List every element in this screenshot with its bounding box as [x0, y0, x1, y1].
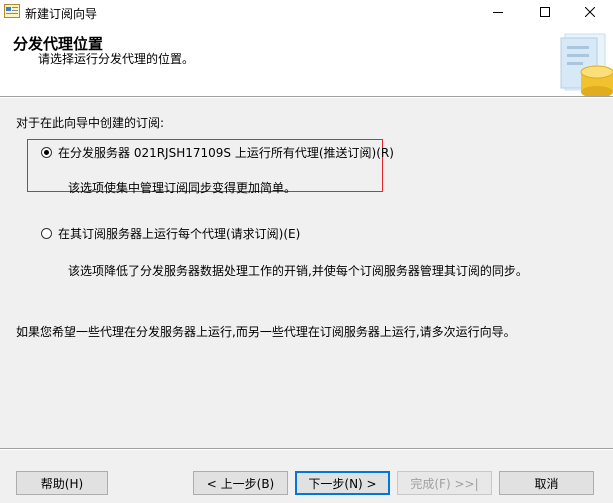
pull-subscription-description: 该选项降低了分发服务器数据处理工作的开销,并使每个订阅服务器管理其订阅的同步。 — [68, 264, 528, 278]
window-title: 新建订阅向导 — [25, 7, 98, 21]
push-subscription-description: 该选项使集中管理订阅同步变得更加简单。 — [68, 181, 297, 195]
push-subscription-radio[interactable] — [41, 147, 52, 158]
finish-button[interactable]: 完成(F) >>| — [397, 471, 492, 495]
maximize-button[interactable] — [522, 0, 568, 24]
close-button[interactable] — [567, 0, 613, 24]
pull-subscription-label: 在其订阅服务器上运行每个代理(请求订阅)(E) — [58, 227, 301, 241]
maximize-icon — [540, 7, 550, 17]
next-button[interactable]: 下一步(N) > — [295, 471, 390, 495]
push-subscription-label: 在分发服务器 021RJSH17109S 上运行所有代理(推送订阅)(R) — [58, 146, 394, 160]
pull-subscription-radio[interactable] — [41, 228, 52, 239]
wizard-header: 分发代理位置 请选择运行分发代理的位置。 — [0, 24, 613, 98]
page-subtitle: 请选择运行分发代理的位置。 — [38, 52, 195, 66]
wizard-app-icon — [4, 4, 20, 18]
title-bar: 新建订阅向导 — [0, 0, 613, 24]
multiple-run-note: 如果您希望一些代理在分发服务器上运行,而另一些代理在订阅服务器上运行,请多次运行… — [16, 325, 516, 339]
wizard-footer: 帮助(H) < 上一步(B) 下一步(N) > 完成(F) >>| 取消 — [0, 450, 613, 503]
close-icon — [585, 7, 595, 17]
minimize-button[interactable] — [475, 0, 521, 24]
minimize-icon — [493, 7, 503, 17]
options-prompt: 对于在此向导中创建的订阅: — [16, 116, 165, 130]
back-button[interactable]: < 上一步(B) — [193, 471, 288, 495]
pull-subscription-option[interactable]: 在其订阅服务器上运行每个代理(请求订阅)(E) — [41, 225, 300, 242]
push-subscription-option[interactable]: 在分发服务器 021RJSH17109S 上运行所有代理(推送订阅)(R) — [41, 144, 394, 161]
database-document-graphic — [559, 32, 613, 98]
help-button[interactable]: 帮助(H) — [16, 471, 108, 495]
wizard-content: 对于在此向导中创建的订阅: 在分发服务器 021RJSH17109S 上运行所有… — [0, 98, 613, 450]
cancel-button[interactable]: 取消 — [499, 471, 594, 495]
